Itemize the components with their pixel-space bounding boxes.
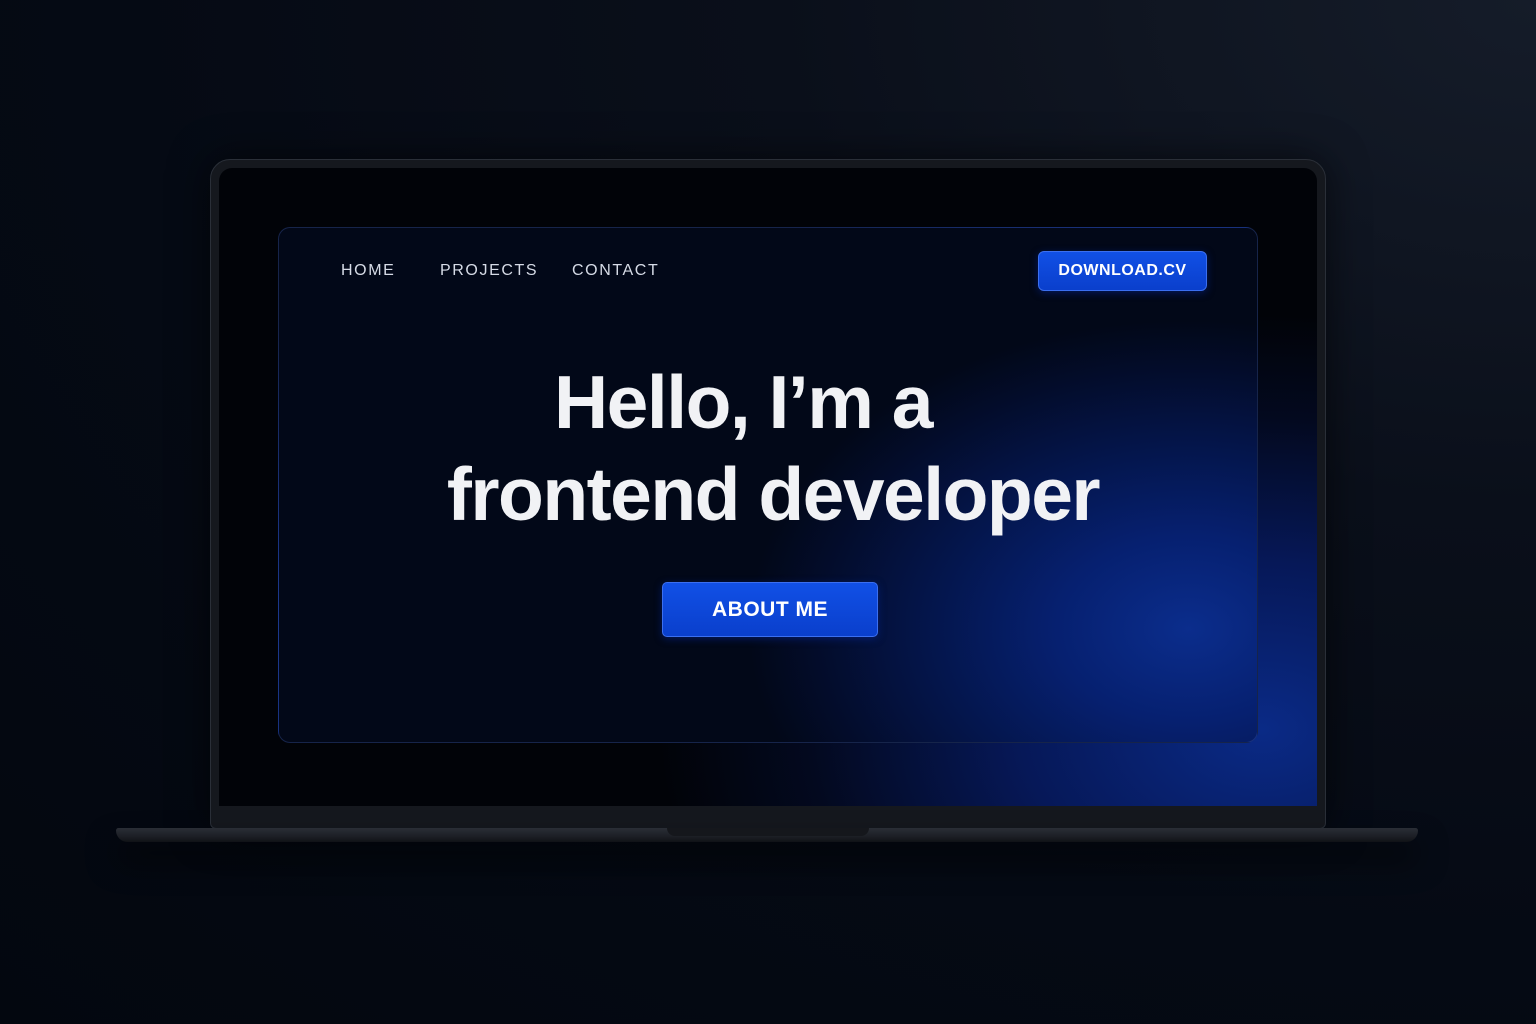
about-me-button[interactable]: ABOUT ME (662, 582, 878, 637)
laptop-base (116, 828, 1418, 842)
hero-heading-line-2: frontend developer (446, 452, 1101, 536)
download-cv-button[interactable]: DOWNLOAD.CV (1038, 251, 1207, 291)
top-navigation: HOME PROJECTS CONTACT DOWNLOAD.CV (279, 228, 1257, 314)
website-card: HOME PROJECTS CONTACT DOWNLOAD.CV Hello,… (278, 227, 1258, 743)
nav-link-contact[interactable]: CONTACT (572, 262, 659, 280)
nav-link-home[interactable]: HOME (341, 262, 395, 280)
hero-heading: Hello, I’m a frontend developer (279, 356, 1257, 540)
laptop-lid: HOME PROJECTS CONTACT DOWNLOAD.CV Hello,… (210, 159, 1326, 829)
laptop-hinge-notch (667, 828, 869, 836)
nav-link-projects[interactable]: PROJECTS (440, 262, 538, 280)
laptop-screen: HOME PROJECTS CONTACT DOWNLOAD.CV Hello,… (219, 168, 1317, 806)
hero-heading-line-1: Hello, I’m a (554, 360, 933, 444)
